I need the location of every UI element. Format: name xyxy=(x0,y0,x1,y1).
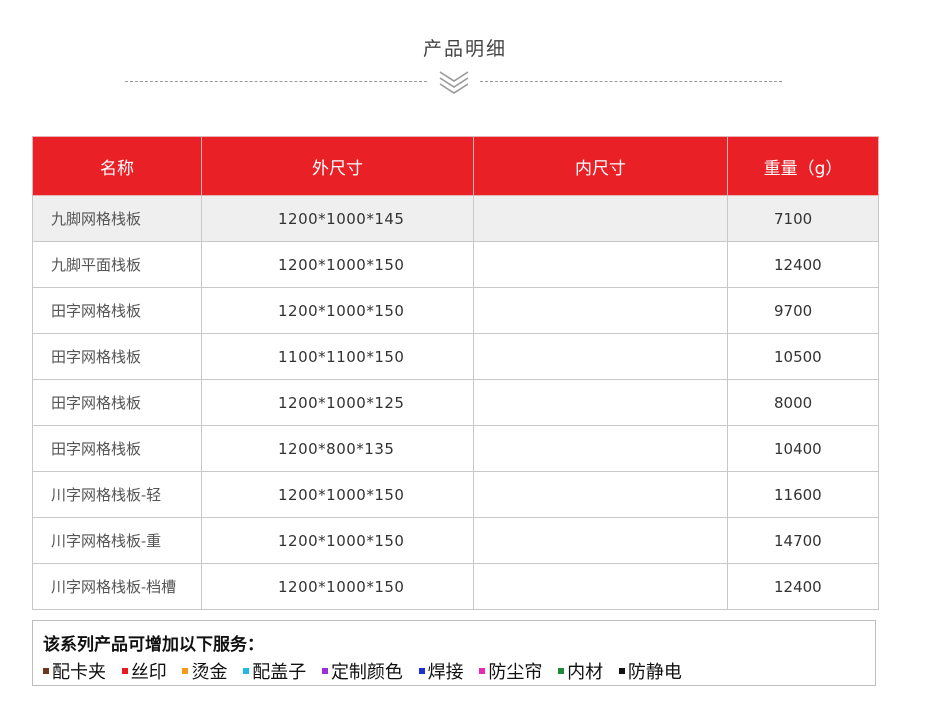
weight: 7100 xyxy=(727,195,879,242)
table-row: 九脚网格栈板 1200*1000*145 7100 xyxy=(32,195,879,242)
square-bullet-icon xyxy=(243,668,250,674)
weight: 12400 xyxy=(727,241,879,288)
service-item: 烫金 xyxy=(182,658,227,684)
header-outer-size: 外尺寸 xyxy=(201,136,474,196)
outer-size: 1200*1000*150 xyxy=(201,287,474,334)
weight: 10500 xyxy=(727,333,879,380)
table-row: 川字网格栈板-轻 1200*1000*150 11600 xyxy=(32,471,879,518)
inner-size xyxy=(473,333,728,380)
table-row: 九脚平面栈板 1200*1000*150 12400 xyxy=(32,241,879,288)
outer-size: 1200*1000*150 xyxy=(201,471,474,518)
weight: 9700 xyxy=(727,287,879,334)
inner-size xyxy=(473,563,728,610)
inner-size xyxy=(473,287,728,334)
service-item: 配盖子 xyxy=(243,658,306,684)
outer-size: 1200*1000*125 xyxy=(201,379,474,426)
service-item: 定制颜色 xyxy=(321,658,403,684)
services-title: 该系列产品可增加以下服务： xyxy=(43,635,264,655)
weight: 8000 xyxy=(727,379,879,426)
outer-size: 1200*1000*150 xyxy=(201,241,474,288)
product-name: 川字网格栈板-档槽 xyxy=(32,563,202,610)
service-item: 内材 xyxy=(558,658,603,684)
square-bullet-icon xyxy=(479,668,486,674)
product-name: 田字网格栈板 xyxy=(32,425,202,472)
divider-left xyxy=(125,81,427,82)
table-row: 田字网格栈板 1200*800*135 10400 xyxy=(32,425,879,472)
table-row: 田字网格栈板 1100*1100*150 10500 xyxy=(32,333,879,380)
square-bullet-icon xyxy=(558,668,565,674)
service-item: 防静电 xyxy=(618,658,682,684)
square-bullet-icon xyxy=(618,668,625,674)
square-bullet-icon xyxy=(43,668,49,674)
service-item: 防尘帘 xyxy=(479,658,542,684)
product-name: 九脚网格栈板 xyxy=(32,195,202,242)
square-bullet-icon xyxy=(121,668,128,674)
product-name: 田字网格栈板 xyxy=(32,379,202,426)
product-name: 九脚平面栈板 xyxy=(32,241,202,288)
square-bullet-icon xyxy=(418,668,425,674)
square-bullet-icon xyxy=(182,668,189,674)
service-item: 焊接 xyxy=(418,658,464,684)
section-title: 产品明细 xyxy=(422,38,507,60)
service-item: 丝印 xyxy=(121,658,167,684)
weight: 11600 xyxy=(727,471,879,518)
table-row: 川字网格栈板-档槽 1200*1000*150 12400 xyxy=(32,563,879,610)
inner-size xyxy=(473,241,728,288)
header-name: 名称 xyxy=(32,136,202,196)
product-name: 田字网格栈板 xyxy=(32,333,202,380)
services-box: 该系列产品可增加以下服务： 配卡夹 丝印 烫金 配盖子 定制颜色 焊接 防尘帘 … xyxy=(32,620,876,686)
weight: 14700 xyxy=(727,517,879,564)
table-row: 田字网格栈板 1200*1000*150 9700 xyxy=(32,287,879,334)
service-item: 配卡夹 xyxy=(43,658,106,684)
product-name: 田字网格栈板 xyxy=(32,287,202,334)
product-name: 川字网格栈板-重 xyxy=(32,517,202,564)
inner-size xyxy=(473,379,728,426)
outer-size: 1200*1000*150 xyxy=(201,563,474,610)
chevron-down-icon xyxy=(439,71,469,94)
table-row: 川字网格栈板-重 1200*1000*150 14700 xyxy=(32,517,879,564)
outer-size: 1200*800*135 xyxy=(201,425,474,472)
square-bullet-icon xyxy=(321,668,328,674)
table-row: 田字网格栈板 1200*1000*125 8000 xyxy=(32,379,879,426)
inner-size xyxy=(473,517,728,564)
divider-right xyxy=(480,81,782,82)
outer-size: 1200*1000*145 xyxy=(201,195,474,242)
inner-size xyxy=(473,425,728,472)
outer-size: 1100*1100*150 xyxy=(201,333,474,380)
product-name: 川字网格栈板-轻 xyxy=(32,471,202,518)
outer-size: 1200*1000*150 xyxy=(201,517,474,564)
header-inner-size: 内尺寸 xyxy=(473,136,728,196)
table-header-row: 名称 外尺寸 内尺寸 重量（g） xyxy=(32,136,879,196)
weight: 12400 xyxy=(727,563,879,610)
header-weight: 重量（g） xyxy=(727,136,879,196)
inner-size xyxy=(473,195,728,242)
services-list: 配卡夹 丝印 烫金 配盖子 定制颜色 焊接 防尘帘 内材 防静电 xyxy=(43,658,692,684)
product-spec-table: 名称 外尺寸 内尺寸 重量（g） 九脚网格栈板 1200*1000*145 71… xyxy=(32,136,879,610)
weight: 10400 xyxy=(727,425,879,472)
inner-size xyxy=(473,471,728,518)
